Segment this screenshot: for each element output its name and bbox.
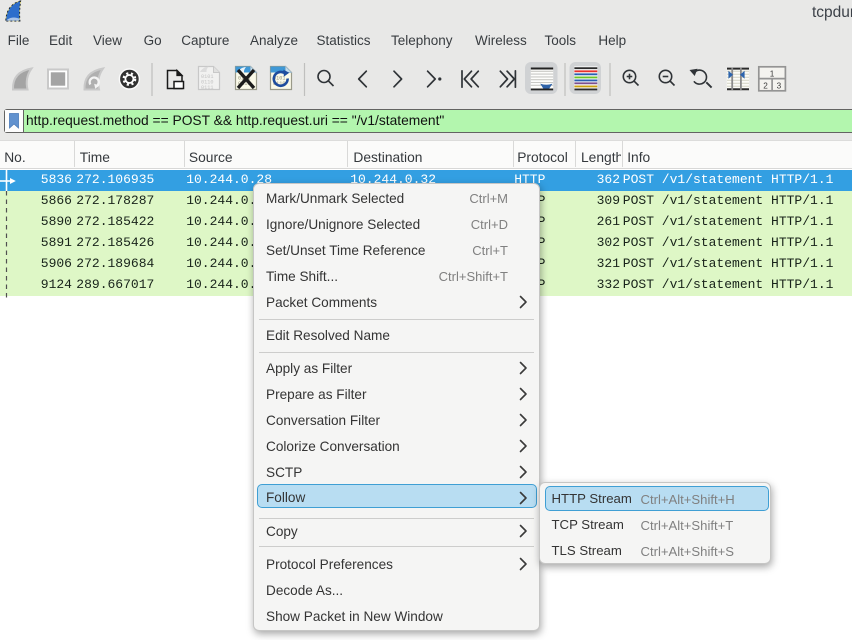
svg-text:3: 3 xyxy=(777,82,782,91)
svg-text:2: 2 xyxy=(763,82,768,91)
svg-text:1: 1 xyxy=(770,70,775,79)
svg-text:0111: 0111 xyxy=(201,85,213,91)
